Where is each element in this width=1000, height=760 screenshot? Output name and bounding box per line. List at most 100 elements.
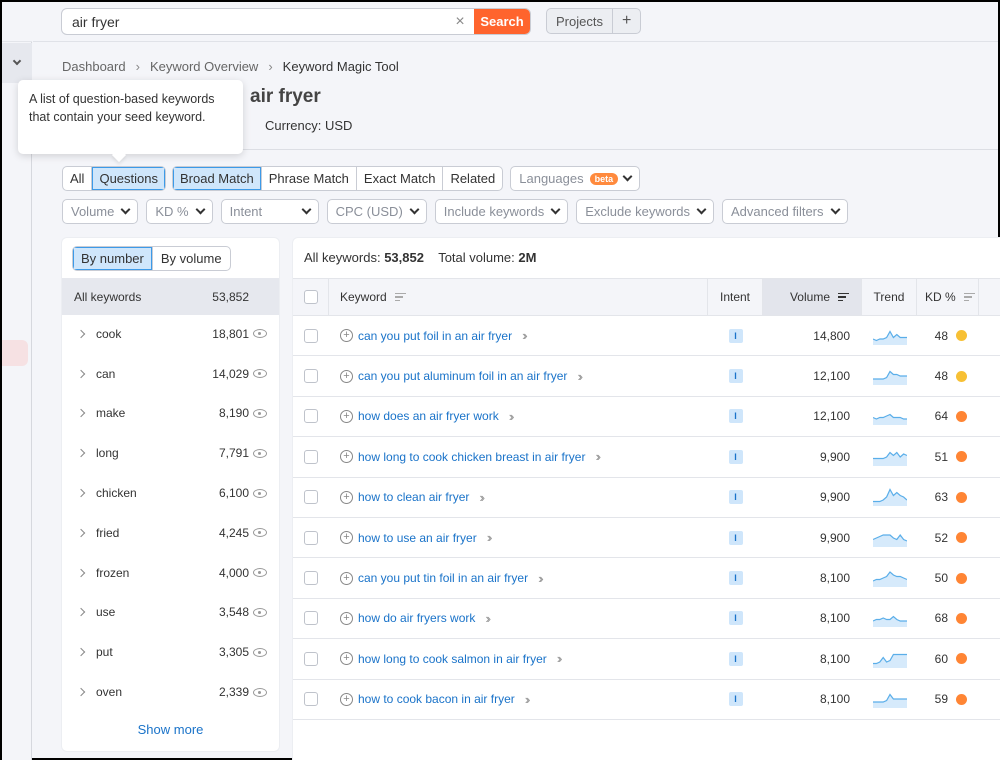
eye-icon[interactable] — [253, 408, 267, 418]
add-to-list-icon[interactable]: + — [340, 692, 353, 706]
select-all-checkbox[interactable] — [303, 290, 318, 304]
row-checkbox[interactable] — [304, 692, 318, 707]
toggle-by-number[interactable]: By number — [73, 247, 152, 270]
filter-include-keywords[interactable]: Include keywords — [434, 199, 569, 224]
tab-related[interactable]: Related — [442, 167, 502, 190]
eye-icon[interactable] — [253, 369, 267, 379]
eye-icon[interactable] — [253, 329, 267, 339]
eye-icon[interactable] — [253, 488, 267, 498]
eye-icon[interactable] — [253, 607, 267, 617]
double-chevron-icon[interactable]: ›› — [577, 369, 582, 384]
filter-exclude-keywords[interactable]: Exclude keywords — [576, 199, 715, 224]
row-checkbox[interactable] — [304, 651, 318, 666]
group-item[interactable]: fried 4,245 — [62, 513, 279, 553]
tab-exact-match[interactable]: Exact Match — [355, 167, 443, 190]
chevron-right-icon[interactable] — [76, 488, 86, 498]
sidebar-collapse-toggle[interactable] — [2, 43, 32, 83]
sort-icon[interactable] — [394, 292, 406, 302]
languages-dropdown[interactable]: Languages beta — [510, 166, 641, 191]
chevron-right-icon[interactable] — [76, 369, 86, 378]
double-chevron-icon[interactable]: ›› — [595, 449, 600, 464]
chevron-right-icon[interactable] — [76, 409, 86, 418]
add-to-list-icon[interactable]: + — [340, 369, 353, 383]
column-kd[interactable]: KD % — [917, 279, 979, 315]
tab-all[interactable]: All — [63, 167, 91, 190]
tab-phrase-match[interactable]: Phrase Match — [260, 167, 356, 190]
chevron-right-icon[interactable] — [76, 568, 86, 577]
clear-icon[interactable]: × — [446, 13, 474, 31]
double-chevron-icon[interactable]: ›› — [525, 692, 530, 707]
eye-icon[interactable] — [253, 687, 267, 697]
projects-button[interactable]: Projects — [547, 9, 612, 33]
filter-cpc[interactable]: CPC (USD) — [326, 199, 427, 224]
keyword-link[interactable]: how to use an air fryer — [358, 531, 477, 545]
show-more-link[interactable]: Show more — [62, 722, 279, 737]
filter-kd[interactable]: KD % — [146, 199, 213, 224]
row-checkbox[interactable] — [304, 571, 318, 586]
double-chevron-icon[interactable]: ›› — [522, 328, 527, 343]
group-item[interactable]: cook 18,801 — [62, 314, 279, 354]
sort-icon[interactable] — [963, 292, 975, 302]
keyword-link[interactable]: how to clean air fryer — [358, 490, 469, 504]
keyword-link[interactable]: can you put foil in an air fryer — [358, 329, 512, 343]
filter-advanced[interactable]: Advanced filters — [722, 199, 848, 224]
group-item[interactable]: chicken 6,100 — [62, 473, 279, 513]
add-project-button[interactable]: + — [611, 9, 640, 33]
keyword-link[interactable]: can you put tin foil in an air fryer — [358, 571, 528, 585]
keyword-link[interactable]: how does an air fryer work — [358, 409, 499, 423]
chevron-right-icon[interactable] — [76, 449, 86, 458]
tab-questions[interactable]: Questions — [91, 167, 165, 190]
keyword-link[interactable]: how to cook bacon in air fryer — [358, 692, 515, 706]
filter-volume[interactable]: Volume — [62, 199, 139, 224]
row-checkbox[interactable] — [304, 409, 318, 424]
sort-icon[interactable] — [838, 292, 849, 302]
group-item[interactable]: put 3,305 — [62, 632, 279, 672]
group-item[interactable]: frozen 4,000 — [62, 553, 279, 593]
keyword-link[interactable]: how long to cook chicken breast in air f… — [358, 450, 585, 464]
double-chevron-icon[interactable]: ›› — [485, 611, 490, 626]
double-chevron-icon[interactable]: ›› — [538, 571, 543, 586]
eye-icon[interactable] — [253, 647, 267, 657]
search-input[interactable] — [62, 9, 446, 34]
row-checkbox[interactable] — [304, 611, 318, 626]
group-item[interactable]: use 3,548 — [62, 593, 279, 633]
double-chevron-icon[interactable]: ›› — [557, 651, 562, 666]
double-chevron-icon[interactable]: ›› — [479, 490, 484, 505]
column-volume[interactable]: Volume — [763, 279, 862, 315]
group-item[interactable]: oven 2,339 — [62, 672, 279, 712]
chevron-right-icon[interactable] — [76, 608, 86, 617]
keyword-link[interactable]: how do air fryers work — [358, 611, 475, 625]
add-to-list-icon[interactable]: + — [340, 652, 353, 666]
add-to-list-icon[interactable]: + — [340, 409, 353, 423]
row-checkbox[interactable] — [304, 369, 318, 384]
chevron-right-icon[interactable] — [76, 687, 86, 697]
keyword-link[interactable]: can you put aluminum foil in an air frye… — [358, 369, 567, 383]
add-to-list-icon[interactable]: + — [340, 329, 353, 343]
breadcrumb-dashboard[interactable]: Dashboard — [62, 59, 126, 74]
chevron-right-icon[interactable] — [76, 648, 86, 657]
eye-icon[interactable] — [253, 568, 267, 578]
add-to-list-icon[interactable]: + — [340, 611, 353, 625]
keyword-link[interactable]: how long to cook salmon in air fryer — [358, 652, 547, 666]
eye-icon[interactable] — [253, 528, 267, 538]
group-item[interactable]: make 8,190 — [62, 394, 279, 434]
row-checkbox[interactable] — [304, 490, 318, 505]
double-chevron-icon[interactable]: ›› — [487, 530, 492, 545]
add-to-list-icon[interactable]: + — [340, 531, 353, 545]
toggle-by-volume[interactable]: By volume — [151, 247, 230, 270]
tab-broad-match[interactable]: Broad Match — [173, 167, 261, 190]
double-chevron-icon[interactable]: ›› — [509, 409, 514, 424]
search-button[interactable]: Search — [474, 9, 530, 34]
add-to-list-icon[interactable]: + — [340, 571, 353, 585]
filter-intent[interactable]: Intent — [220, 199, 319, 224]
row-checkbox[interactable] — [304, 530, 318, 545]
chevron-right-icon[interactable] — [76, 528, 86, 538]
eye-icon[interactable] — [253, 448, 267, 458]
breadcrumb-keyword-overview[interactable]: Keyword Overview — [150, 59, 258, 74]
group-all-keywords[interactable]: All keywords 53,852 — [62, 278, 279, 315]
row-checkbox[interactable] — [304, 449, 318, 464]
chevron-right-icon[interactable] — [76, 329, 86, 339]
sidebar-active-indicator[interactable] — [2, 340, 28, 366]
add-to-list-icon[interactable]: + — [340, 450, 353, 464]
add-to-list-icon[interactable]: + — [340, 490, 353, 504]
